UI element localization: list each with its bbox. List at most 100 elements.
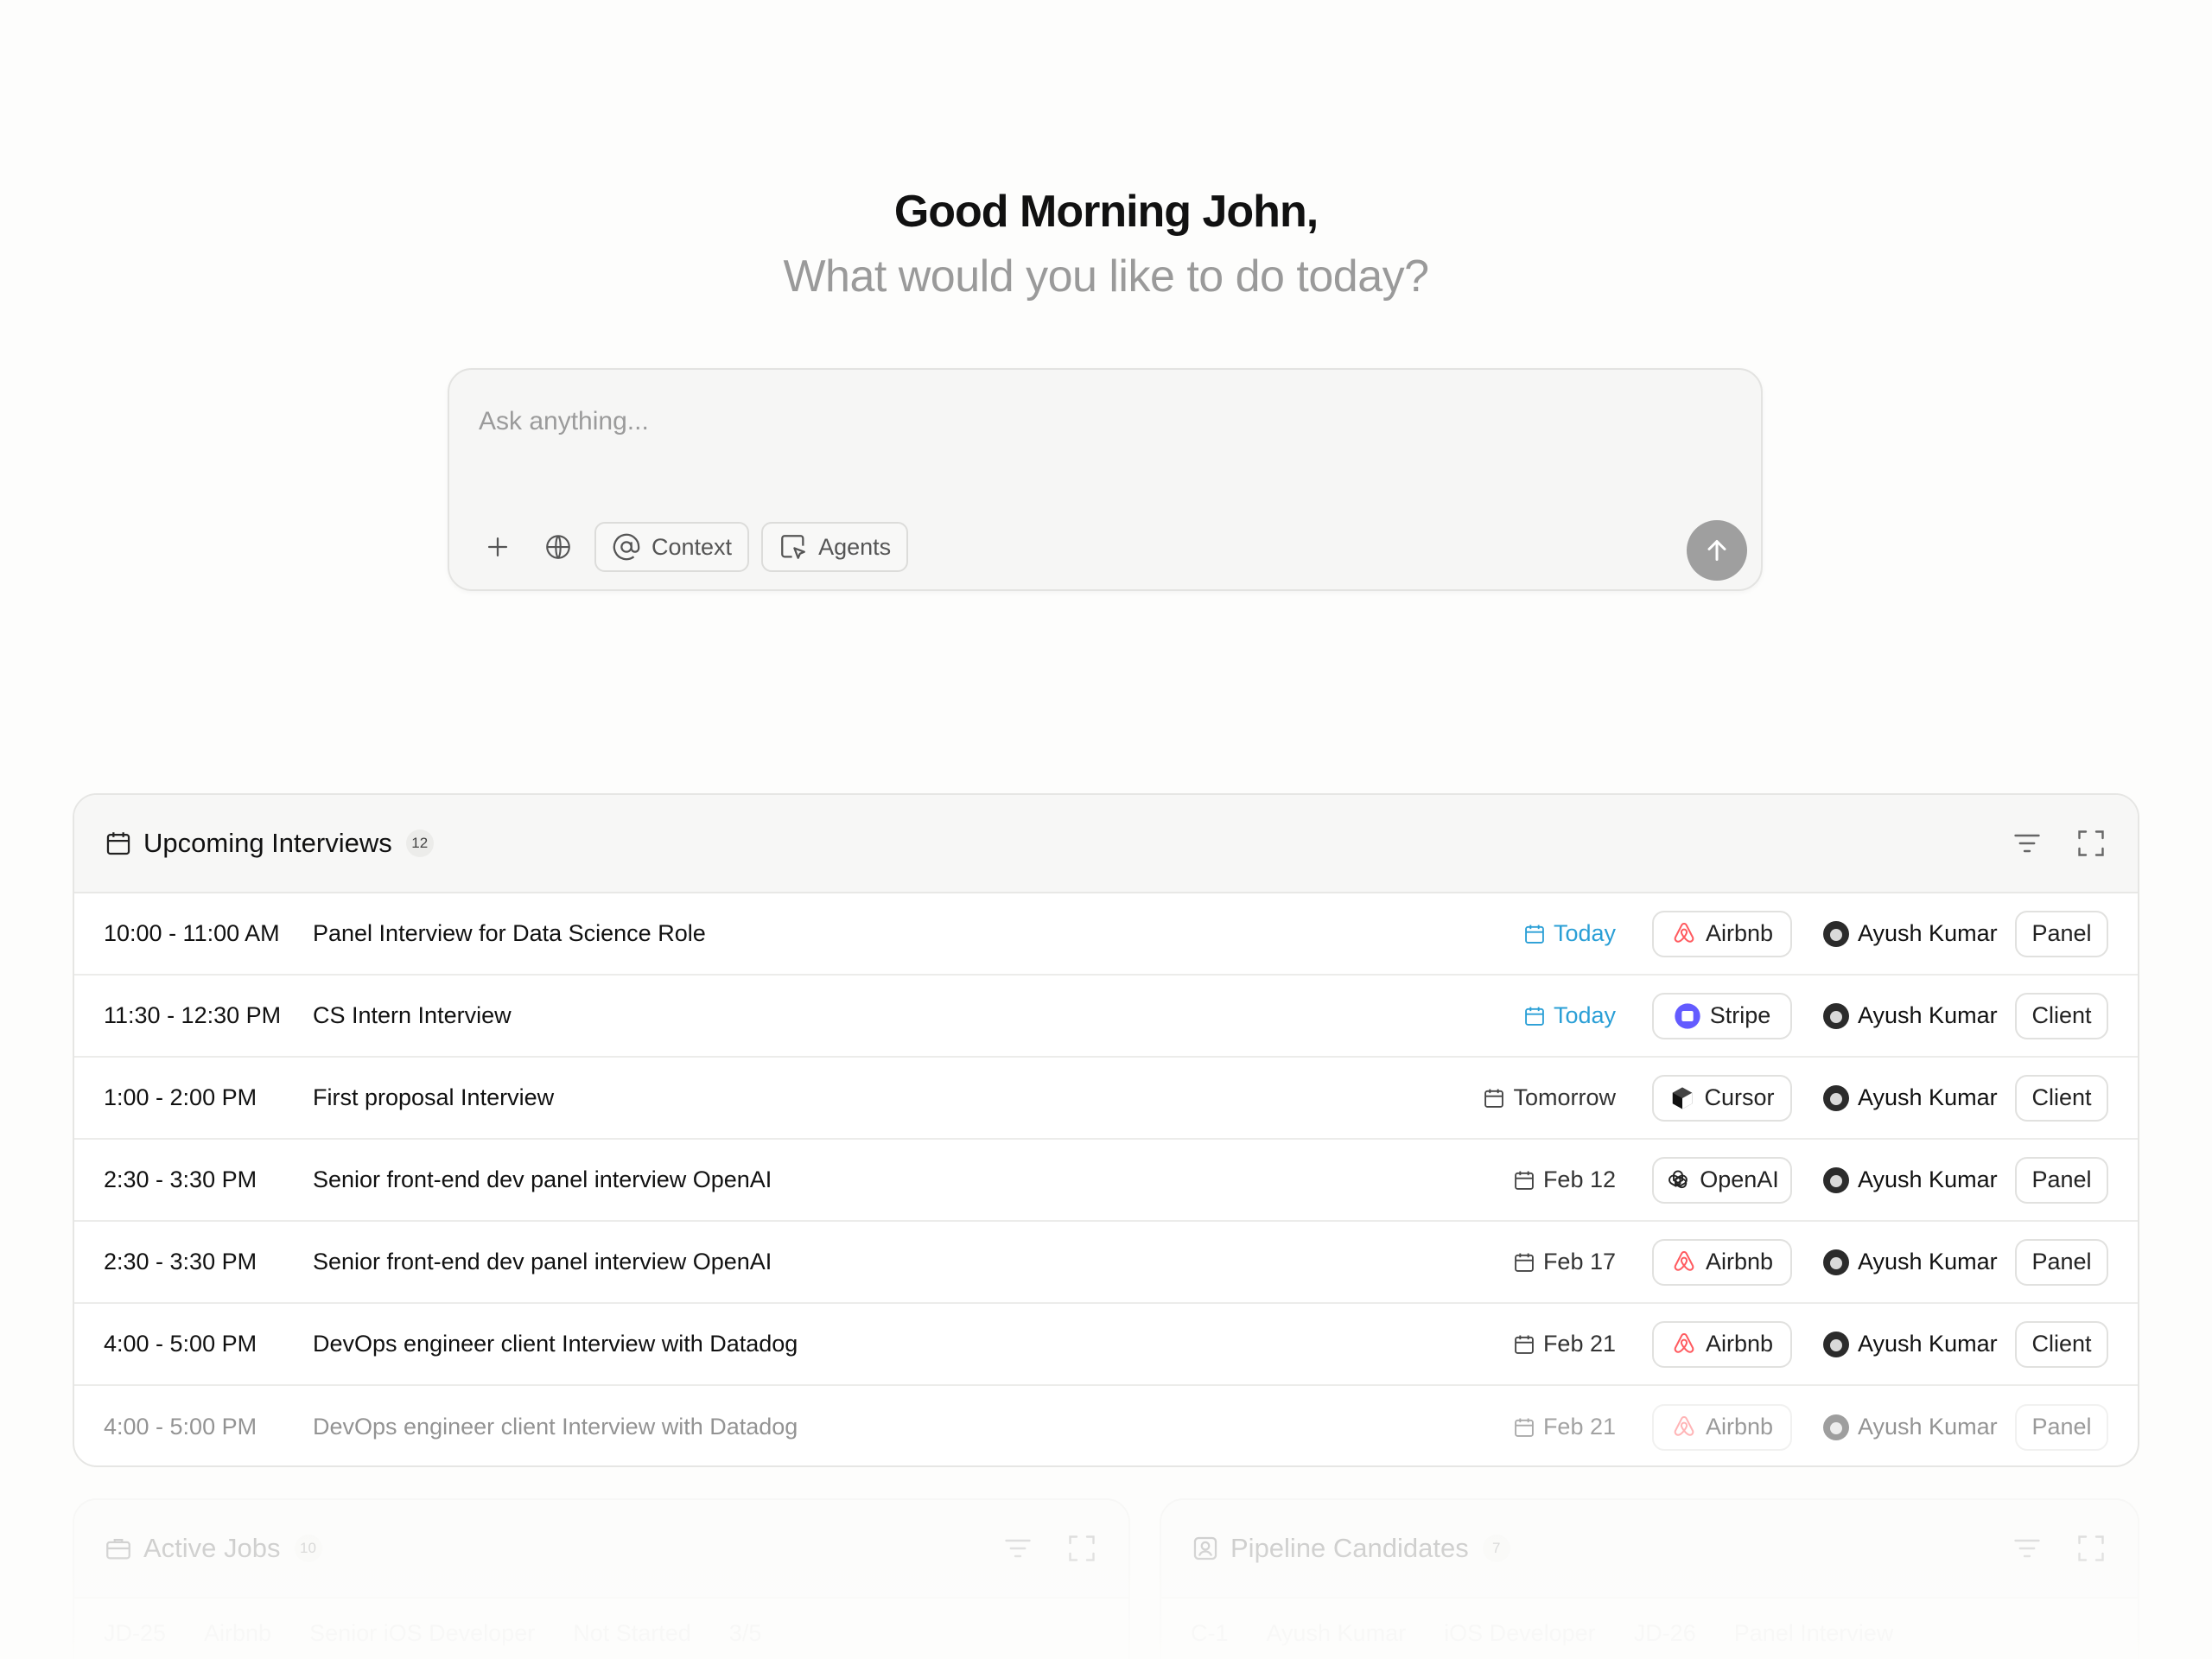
interview-date-label: Today bbox=[1553, 1002, 1616, 1028]
job-progress: 3/5 bbox=[728, 1619, 762, 1646]
interview-date-label: Feb 21 bbox=[1542, 1331, 1616, 1357]
briefcase-icon bbox=[106, 1538, 130, 1560]
stripe-logo bbox=[1674, 1002, 1701, 1030]
calendar-icon bbox=[1515, 1171, 1534, 1190]
calendar-icon bbox=[106, 832, 130, 855]
interview-row[interactable]: 11:30 - 12:30 PM CS Intern Interview Today… bbox=[74, 976, 2138, 1058]
filter-button[interactable] bbox=[2010, 826, 2044, 861]
company-chip[interactable]: Cursor bbox=[1652, 1074, 1792, 1122]
interview-title: Senior front-end dev panel interview Ope… bbox=[313, 1249, 772, 1274]
interview-type: Panel bbox=[2031, 1166, 2092, 1192]
company-chip[interactable]: OpenAI bbox=[1652, 1156, 1792, 1204]
interview-row[interactable]: 4:00 - 5:00 PM DevOps engineer client Int… bbox=[74, 1304, 2138, 1386]
ask-toolbar: Context Agents bbox=[474, 522, 909, 572]
interview-type: Panel bbox=[2031, 1249, 2092, 1274]
interview-date-label: Tomorrow bbox=[1513, 1084, 1616, 1110]
agents-button[interactable]: Agents bbox=[761, 522, 909, 572]
avatar bbox=[1823, 1002, 1849, 1029]
candidate-row[interactable]: C-1 Ayush Kumar iOS Developer JD-26 Pane… bbox=[1161, 1599, 2138, 1659]
company-chip[interactable]: Airbnb bbox=[1652, 1320, 1792, 1368]
agent-cursor-icon bbox=[781, 535, 805, 559]
send-button[interactable] bbox=[1687, 520, 1747, 581]
interview-type-badge: Panel bbox=[2015, 1403, 2108, 1451]
company-chip[interactable]: Airbnb bbox=[1652, 1403, 1792, 1451]
candidate-id: C-1 bbox=[1191, 1619, 1229, 1646]
interview-date-label: Feb 12 bbox=[1542, 1166, 1616, 1192]
interviewer[interactable]: Ayush Kumar bbox=[1823, 1166, 2001, 1193]
job-row[interactable]: JD-25 Airbnb Senior iOS Developer Not St… bbox=[74, 1599, 1128, 1659]
interview-date: Feb 12 bbox=[1512, 1166, 1616, 1193]
ask-input[interactable] bbox=[479, 396, 1688, 448]
count-badge: 10 bbox=[294, 1535, 322, 1562]
interviewer[interactable]: Ayush Kumar bbox=[1823, 1249, 2001, 1275]
agents-label: Agents bbox=[818, 533, 892, 560]
card-title: Pipeline Candidates bbox=[1230, 1533, 1469, 1563]
interview-title: Panel Interview for Data Science Role bbox=[313, 920, 706, 946]
interview-type-badge: Panel bbox=[2015, 1156, 2108, 1204]
expand-button[interactable] bbox=[2074, 826, 2108, 861]
calendar-icon bbox=[1515, 1253, 1534, 1272]
context-label: Context bbox=[652, 533, 733, 560]
upcoming-interviews-card: Upcoming Interviews 12 10:00 - 11:00 AM P… bbox=[73, 793, 2139, 1467]
interview-row[interactable]: 10:00 - 11:00 AM Panel Interview for Data… bbox=[74, 893, 2138, 976]
job-id: JD-25 bbox=[104, 1619, 167, 1646]
interview-date-label: Feb 17 bbox=[1542, 1249, 1616, 1274]
filter-button[interactable] bbox=[1001, 1531, 1035, 1566]
count-badge: 7 bbox=[1482, 1535, 1510, 1562]
card-actions bbox=[1001, 1531, 1099, 1566]
filter-icon bbox=[1005, 1539, 1031, 1558]
interview-time: 2:30 - 3:30 PM bbox=[104, 1249, 257, 1274]
airbnb-logo bbox=[1671, 1249, 1697, 1275]
company-chip[interactable]: Stripe bbox=[1652, 992, 1792, 1039]
interview-time: 4:00 - 5:00 PM bbox=[104, 1414, 257, 1440]
expand-button[interactable] bbox=[2074, 1531, 2108, 1566]
interviewer-name: Ayush Kumar bbox=[1858, 1002, 1998, 1028]
interview-time: 11:30 - 12:30 PM bbox=[104, 1002, 282, 1028]
interview-date: Feb 21 bbox=[1512, 1414, 1616, 1440]
interviewer[interactable]: Ayush Kumar bbox=[1823, 1331, 2001, 1357]
airbnb-logo bbox=[1671, 1332, 1697, 1357]
interview-type: Client bbox=[2031, 1002, 2092, 1028]
company-name: Airbnb bbox=[1705, 1414, 1774, 1440]
avatar bbox=[1823, 1249, 1849, 1275]
avatar bbox=[1823, 1166, 1849, 1193]
interview-title: First proposal Interview bbox=[313, 1084, 555, 1110]
avatar bbox=[1823, 1331, 1849, 1357]
greeting: Good Morning John, bbox=[893, 187, 1319, 237]
candidate-job: JD-26 bbox=[1633, 1619, 1696, 1646]
greeting-subtitle: What would you like to do today? bbox=[783, 251, 1429, 302]
interview-type-badge: Panel bbox=[2015, 1238, 2108, 1286]
context-button[interactable]: Context bbox=[594, 522, 750, 572]
globe-icon bbox=[546, 535, 570, 559]
interviewer[interactable]: Ayush Kumar bbox=[1823, 920, 2001, 947]
avatar bbox=[1823, 1084, 1849, 1111]
interviewer[interactable]: Ayush Kumar bbox=[1823, 1414, 2001, 1440]
job-status: Not Started bbox=[573, 1619, 691, 1646]
calendar-icon bbox=[1515, 1335, 1534, 1354]
filter-button[interactable] bbox=[2010, 1531, 2044, 1566]
interviewer-name: Ayush Kumar bbox=[1858, 1331, 1998, 1357]
interview-row[interactable]: 4:00 - 5:00 PM DevOps engineer client Int… bbox=[74, 1386, 2138, 1465]
card-header: Pipeline Candidates 7 bbox=[1161, 1500, 2138, 1599]
job-role: Senior iOS Developer bbox=[309, 1619, 536, 1646]
company-name: Stripe bbox=[1709, 1002, 1771, 1028]
expand-icon bbox=[2078, 830, 2104, 856]
add-button[interactable] bbox=[474, 523, 522, 571]
company-chip[interactable]: Airbnb bbox=[1652, 910, 1792, 957]
company-name: Cursor bbox=[1704, 1084, 1775, 1110]
interviewer-name: Ayush Kumar bbox=[1858, 1414, 1998, 1440]
interview-row[interactable]: 1:00 - 2:00 PM First proposal Interview To… bbox=[74, 1058, 2138, 1140]
interviewer[interactable]: Ayush Kumar bbox=[1823, 1002, 2001, 1029]
web-search-button[interactable] bbox=[534, 523, 582, 571]
company-chip[interactable]: Airbnb bbox=[1652, 1238, 1792, 1286]
interview-row[interactable]: 2:30 - 3:30 PM Senior front-end dev panel… bbox=[74, 1140, 2138, 1222]
expand-button[interactable] bbox=[1065, 1531, 1099, 1566]
interviewer[interactable]: Ayush Kumar bbox=[1823, 1084, 2001, 1111]
openai-logo bbox=[1665, 1167, 1691, 1193]
interviewer-name: Ayush Kumar bbox=[1858, 1166, 1998, 1192]
avatar bbox=[1823, 1414, 1849, 1440]
card-header: Active Jobs 10 bbox=[74, 1500, 1128, 1599]
candidate-role: iOS Developer bbox=[1444, 1619, 1596, 1646]
interview-date: Tomorrow bbox=[1482, 1084, 1616, 1111]
interview-row[interactable]: 2:30 - 3:30 PM Senior front-end dev panel… bbox=[74, 1222, 2138, 1304]
